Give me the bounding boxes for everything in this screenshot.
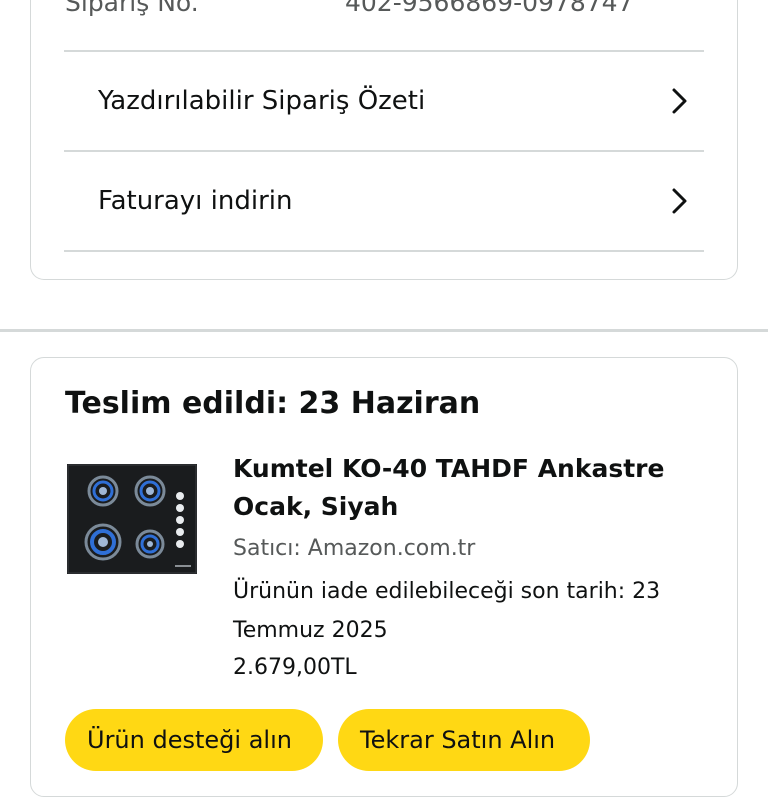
printable-order-summary-label: Yazdırılabilir Sipariş Özeti bbox=[98, 86, 426, 116]
divider bbox=[64, 250, 704, 252]
product-image[interactable] bbox=[67, 464, 197, 574]
chevron-right-icon bbox=[666, 87, 694, 115]
section-separator bbox=[0, 329, 768, 332]
download-invoice-label: Faturayı indirin bbox=[98, 186, 293, 216]
gas-hob-icon bbox=[67, 464, 197, 574]
product-price: 2.679,00TL bbox=[233, 655, 357, 680]
product-info: Kumtel KO-40 TAHDF Ankastre Ocak, Siyah … bbox=[233, 450, 703, 686]
product-title[interactable]: Kumtel KO-40 TAHDF Ankastre Ocak, Siyah bbox=[233, 450, 703, 526]
delivery-status: Teslim edildi: 23 Haziran bbox=[65, 386, 481, 421]
return-deadline: Ürünün iade edilebileceği son tarih: 23 … bbox=[233, 579, 661, 643]
product-seller: Satıcı: Amazon.com.tr bbox=[233, 536, 476, 561]
printable-order-summary-link[interactable]: Yazdırılabilir Sipariş Özeti bbox=[64, 52, 704, 150]
download-invoice-link[interactable]: Faturayı indirin bbox=[64, 152, 704, 250]
delivery-card: Teslim edildi: 23 Haziran Kumtel KO-40 T… bbox=[30, 357, 738, 797]
order-number-label: Sipariş No. bbox=[65, 0, 199, 17]
chevron-right-icon bbox=[666, 187, 694, 215]
order-number-row: Sipariş No. 402-9566869-0978747 bbox=[65, 0, 703, 20]
buy-again-button[interactable]: Tekrar Satın Alın bbox=[338, 709, 590, 771]
order-number-value: 402-9566869-0978747 bbox=[345, 0, 634, 17]
get-product-support-button[interactable]: Ürün desteği alın bbox=[65, 709, 323, 771]
